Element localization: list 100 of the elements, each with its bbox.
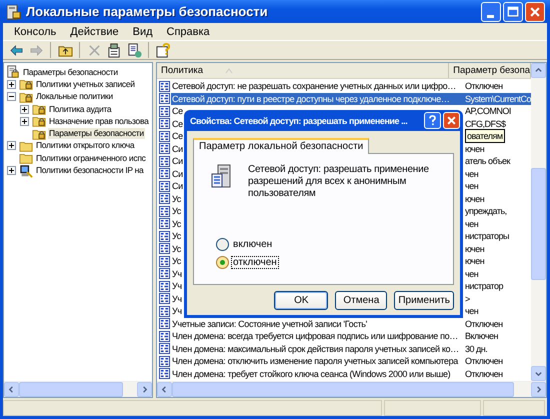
- expander-icon[interactable]: [7, 80, 16, 89]
- policy-icon: [159, 306, 170, 317]
- tree-item[interactable]: Локальные политики: [35, 91, 114, 102]
- policy-icon: [159, 280, 170, 292]
- policy-icon: [159, 293, 170, 304]
- radio-button[interactable]: отключен: [216, 256, 441, 269]
- table-cell: ователям: [465, 129, 505, 144]
- menu-item[interactable]: Вид: [126, 26, 160, 38]
- table-cell: CFG,DFS$: [465, 118, 506, 130]
- help-button[interactable]: [424, 112, 441, 129]
- policy-description: Сетевой доступ: разрешать применение разрешений для всех к анонимным пользователям: [248, 164, 430, 200]
- table-cell[interactable]: Сетевой доступ: не разрешать сохранение учетных данных или цифро…: [171, 80, 463, 92]
- table-cell: ючен: [465, 192, 484, 205]
- dialog-title: Свойства: Сетевой доступ: разрешать применение ...: [190, 116, 408, 126]
- menu-item[interactable]: Консоль: [7, 26, 64, 38]
- dialog-button[interactable]: Применить: [394, 290, 454, 310]
- maximize-button[interactable]: [503, 2, 523, 22]
- locked-folder-icon: [32, 114, 46, 128]
- dialog-button[interactable]: OK: [274, 290, 328, 310]
- sort-icon: [225, 68, 234, 74]
- scroll-left-icon: [8, 386, 15, 393]
- window-title: Локальные параметры безопасности: [26, 4, 269, 19]
- scroll-up-icon: [535, 67, 542, 74]
- policy-icon: [159, 168, 170, 180]
- table-cell: System\CurrentCo: [465, 92, 531, 105]
- scroll-right-icon: [535, 386, 542, 393]
- table-cell[interactable]: Учетные записи: Состояние учетной записи 'Гость': [171, 318, 463, 330]
- tree-item[interactable]: Политики безопасности IP на: [35, 165, 144, 176]
- tree-item[interactable]: Назначение прав пользова: [48, 116, 150, 127]
- minimize-button[interactable]: [481, 2, 501, 22]
- policy-icon: [159, 343, 170, 354]
- table-cell: Отключен: [465, 80, 503, 92]
- vertical-scrollbar[interactable]: [531, 63, 546, 381]
- policy-icon: [159, 356, 170, 367]
- table-cell[interactable]: Член домена: требует стойкого ключа сеанса (Windows 2000 или выше): [171, 368, 463, 380]
- policy-icon: [159, 143, 170, 154]
- expander-icon[interactable]: [20, 104, 29, 114]
- policy-icon: [159, 156, 170, 167]
- policy-icon: [159, 180, 170, 192]
- table-cell: Отключен: [465, 355, 503, 368]
- dialog-button[interactable]: Отмена: [335, 290, 388, 310]
- minimize-icon: [487, 14, 494, 18]
- table-cell[interactable]: Член домена: отключить изменение пароля учетных записей компьютера: [171, 355, 463, 368]
- expander-icon[interactable]: [20, 116, 29, 126]
- tab[interactable]: Параметр локальной безопасности: [193, 138, 370, 154]
- tree-item[interactable]: Политики учетных записей: [35, 78, 136, 90]
- table-cell: ючен: [465, 242, 484, 255]
- table-cell: Отключен: [465, 368, 503, 380]
- close-button[interactable]: [443, 112, 460, 129]
- table-cell: упреждать,: [465, 205, 507, 218]
- expander-icon[interactable]: [7, 92, 16, 102]
- table-cell: чен: [465, 180, 478, 192]
- policy-icon: [159, 206, 170, 217]
- policy-icon: [159, 106, 170, 117]
- table-cell: атель объек: [465, 155, 510, 168]
- table-cell: чен: [465, 168, 478, 180]
- policy-icon: [159, 243, 170, 254]
- scroll-right-icon: [141, 386, 148, 393]
- horizontal-scrollbar[interactable]: [4, 381, 152, 397]
- horizontal-scrollbar[interactable]: [157, 381, 546, 397]
- policy-icon: [159, 318, 170, 330]
- app-icon: [5, 4, 21, 20]
- policy-icon: [159, 118, 170, 130]
- table-cell[interactable]: Член домена: всегда требуется цифровая подпись или шифрование по…: [171, 330, 463, 342]
- policy-icon: [159, 130, 170, 142]
- monitor-key-icon: [19, 164, 33, 178]
- table-cell: нистраторы: [465, 230, 509, 242]
- menu-item[interactable]: Справка: [160, 26, 217, 38]
- table-cell[interactable]: Член домена: максимальный срок действия пароля учетных записей ко…: [171, 342, 463, 355]
- radio-button[interactable]: включен: [216, 238, 441, 251]
- policy-icon: [159, 218, 170, 230]
- table-cell: нистратор: [465, 280, 503, 292]
- table-cell: чен: [465, 268, 478, 280]
- expander-icon[interactable]: [7, 166, 16, 176]
- policy-icon: [159, 256, 170, 267]
- policy-icon: [159, 268, 170, 280]
- policy-icon: [159, 93, 170, 104]
- menu-item[interactable]: Действие: [63, 26, 126, 38]
- table-cell: чен: [465, 218, 478, 230]
- help-icon[interactable]: [154, 41, 172, 59]
- table-cell[interactable]: Сетевой доступ: пути в реестре доступны через удаленное подключе…: [171, 92, 463, 105]
- column-header[interactable]: Политика: [157, 63, 450, 78]
- table-cell: ючен: [465, 255, 484, 268]
- scroll-down-icon: [535, 370, 542, 377]
- policy-icon: [159, 230, 170, 242]
- tree-item[interactable]: Политика аудита: [48, 104, 112, 115]
- locked-folder-icon: [32, 102, 46, 116]
- policy-icon: [159, 330, 170, 342]
- table-cell: 30 дн.: [465, 342, 488, 355]
- tree-item[interactable]: Политики открытого ключа: [35, 140, 136, 152]
- table-cell: Включен: [465, 330, 498, 342]
- policy-icon: [159, 368, 170, 380]
- security-settings-icon: [6, 65, 20, 80]
- scroll-left-icon: [161, 386, 168, 393]
- expander-icon[interactable]: [7, 141, 16, 150]
- policy-icon: [159, 80, 170, 92]
- tree-item[interactable]: Параметры безопасности: [48, 128, 145, 140]
- close-button[interactable]: [525, 2, 545, 22]
- tree-item[interactable]: Политики ограниченного испс: [35, 152, 147, 164]
- tree-item[interactable]: Параметры безопасности: [22, 66, 119, 78]
